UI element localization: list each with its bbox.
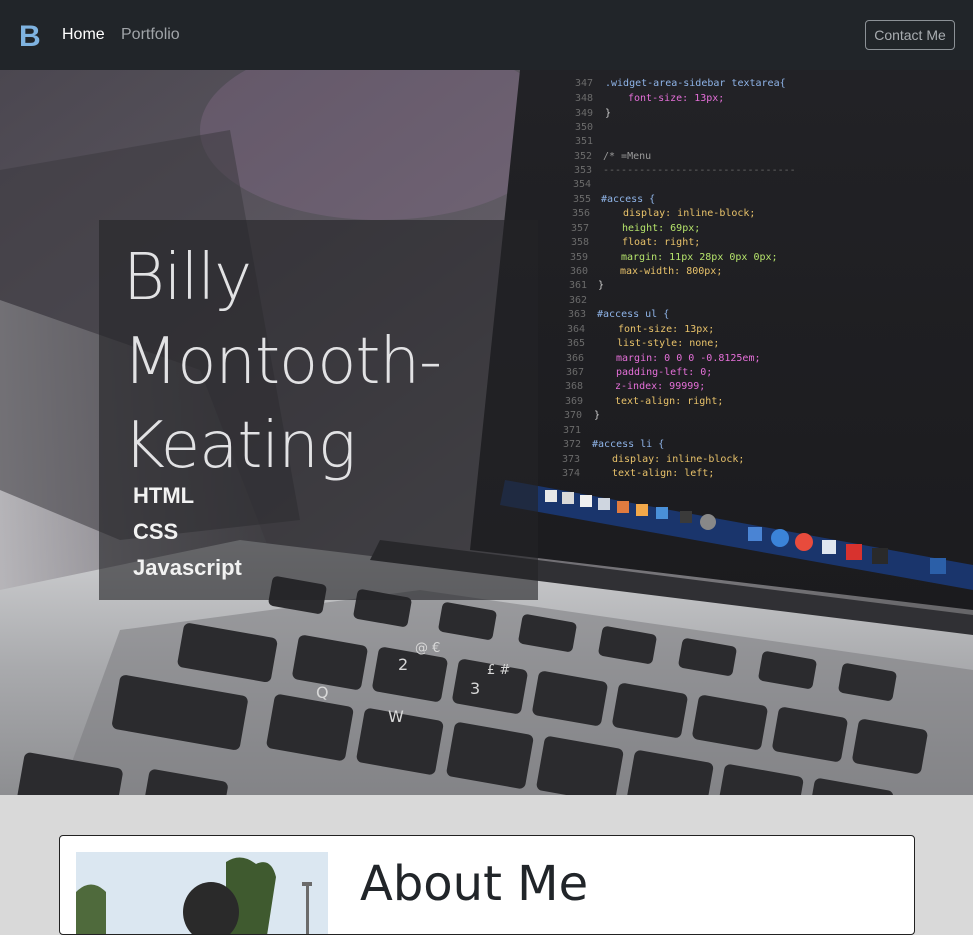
about-me-heading: About Me xyxy=(360,856,589,912)
code-line-number: 354 xyxy=(573,179,591,190)
key-legend: 2 xyxy=(398,655,408,674)
profile-photo-image xyxy=(76,852,328,934)
code-line: /* =Menu xyxy=(603,151,651,162)
brand-letter: B xyxy=(19,20,41,53)
code-line: display: inline-block; xyxy=(623,208,755,219)
code-line: -------------------------------- xyxy=(603,165,796,176)
code-line: list-style: none; xyxy=(617,338,719,349)
code-line: #access li { xyxy=(592,439,664,450)
code-line-number: 358 xyxy=(571,237,589,248)
profile-photo xyxy=(76,852,328,934)
code-line: text-align: right; xyxy=(615,396,723,407)
code-line-number: 374 xyxy=(562,468,580,479)
code-line: float: right; xyxy=(622,237,700,248)
code-line: text-align: left; xyxy=(612,468,714,479)
code-line: z-index: 99999; xyxy=(615,381,705,392)
code-line: height: 69px; xyxy=(622,223,700,234)
code-line-number: 367 xyxy=(566,367,584,378)
code-line-number: 350 xyxy=(575,122,593,133)
contact-me-button[interactable]: Contact Me xyxy=(865,20,955,50)
code-line-number: 368 xyxy=(565,381,583,392)
nav-link-portfolio[interactable]: Portfolio xyxy=(121,25,180,45)
code-line-number: 372 xyxy=(563,439,581,450)
code-line-number: 359 xyxy=(570,252,588,263)
code-line: margin: 11px 28px 0px 0px; xyxy=(621,252,778,263)
key-legend: W xyxy=(388,707,404,726)
code-line: display: inline-block; xyxy=(612,454,744,465)
code-line-number: 371 xyxy=(563,425,581,436)
code-line-number: 362 xyxy=(569,295,587,306)
hero-intro-panel: Billy Montooth-Keating HTML CSS Javascri… xyxy=(99,220,538,600)
code-line-number: 356 xyxy=(572,208,590,219)
code-line-number: 352 xyxy=(574,151,592,162)
code-line: } xyxy=(605,108,611,119)
key-legend: Q xyxy=(316,683,329,702)
code-line-number: 360 xyxy=(570,266,588,277)
hero-name-heading: Billy Montooth-Keating xyxy=(123,241,442,483)
code-line: #access ul { xyxy=(597,309,669,320)
nav-link-home[interactable]: Home xyxy=(62,25,105,45)
code-line: max-width: 800px; xyxy=(620,266,722,277)
code-line: font-size: 13px; xyxy=(618,324,714,335)
code-line-number: 361 xyxy=(569,280,587,291)
skill-item: CSS xyxy=(133,519,179,544)
about-me-card: About Me xyxy=(59,835,915,935)
code-line: margin: 0 0 0 -0.8125em; xyxy=(616,353,761,364)
skill-item: Javascript xyxy=(133,555,242,580)
code-line-number: 355 xyxy=(573,194,591,205)
code-line-number: 373 xyxy=(562,454,580,465)
top-navbar: B Home Portfolio Contact Me xyxy=(0,0,973,70)
code-line: padding-left: 0; xyxy=(616,367,712,378)
bootstrap-logo-icon[interactable]: B xyxy=(17,17,41,53)
code-line-number: 347 xyxy=(575,78,593,89)
code-line-number: 365 xyxy=(567,338,585,349)
code-line-number: 363 xyxy=(568,309,586,320)
code-line-number: 366 xyxy=(566,353,584,364)
code-line-number: 351 xyxy=(575,136,593,147)
key-legend: £ # xyxy=(487,663,510,678)
code-line: } xyxy=(598,280,604,291)
code-line-number: 348 xyxy=(575,93,593,104)
skill-item: HTML xyxy=(133,483,195,508)
code-line: } xyxy=(594,410,600,421)
code-line-number: 353 xyxy=(574,165,592,176)
code-line-number: 357 xyxy=(571,223,589,234)
code-line: #access { xyxy=(601,194,655,205)
code-line-number: 369 xyxy=(565,396,583,407)
key-legend: @ € xyxy=(415,641,440,656)
code-line: .widget-area-sidebar textarea{ xyxy=(605,78,786,89)
code-line-number: 364 xyxy=(567,324,585,335)
hero-section: 347 .widget-area-sidebar textarea{ 348 f… xyxy=(0,70,973,795)
code-line-number: 349 xyxy=(575,108,593,119)
code-line-number: 370 xyxy=(564,410,582,421)
key-legend: 3 xyxy=(470,679,480,698)
code-line: font-size: 13px; xyxy=(628,93,724,104)
